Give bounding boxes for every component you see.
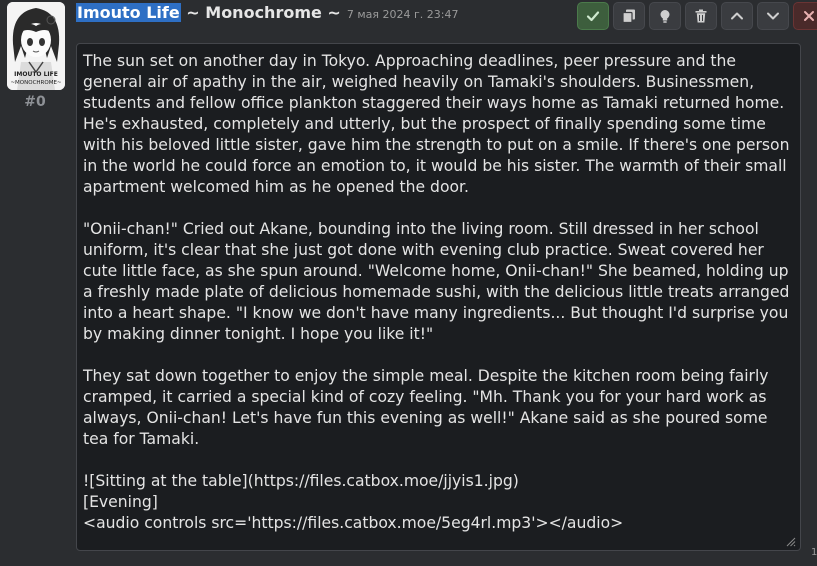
move-down-button[interactable]	[757, 2, 789, 30]
selected-name-text[interactable]: Imouto Life	[76, 3, 181, 22]
edit-toolbar	[577, 2, 817, 30]
lightbulb-icon	[660, 10, 670, 23]
chevron-down-icon	[767, 12, 779, 20]
message-index: #0	[24, 94, 46, 110]
message-header: Imouto Life ~ Monochrome ~ 7 мая 2024 г.…	[76, 3, 458, 25]
avatar-title-line-2: ~MONOCHROME~	[10, 80, 61, 86]
copy-icon	[622, 9, 635, 24]
hint-button[interactable]	[649, 2, 681, 30]
confirm-edit-button[interactable]	[577, 2, 609, 30]
close-icon	[804, 11, 814, 21]
trash-icon	[695, 9, 707, 23]
chevron-up-icon	[731, 12, 743, 20]
resize-handle-icon[interactable]	[786, 537, 796, 547]
message-edit-textarea[interactable]: The sun set on another day in Tokyo. App…	[76, 43, 801, 551]
avatar-title-line-1: IMOUTO LIFE	[14, 71, 58, 78]
avatar-image: IMOUTO LIFE ~MONOCHROME~	[7, 2, 65, 90]
message-timestamp: 7 мая 2024 г. 23:47	[346, 8, 459, 21]
check-icon	[586, 11, 600, 22]
delete-message-button[interactable]	[685, 2, 717, 30]
edge-text: 1	[811, 547, 817, 558]
chat-title-suffix: ~ Monochrome ~	[180, 3, 341, 22]
character-avatar[interactable]: IMOUTO LIFE ~MONOCHROME~	[7, 2, 65, 90]
character-name: Imouto Life ~ Monochrome ~	[76, 3, 341, 22]
message-edit-text: The sun set on another day in Tokyo. App…	[83, 52, 790, 532]
cancel-edit-button[interactable]	[793, 2, 817, 30]
copy-message-button[interactable]	[613, 2, 645, 30]
move-up-button[interactable]	[721, 2, 753, 30]
